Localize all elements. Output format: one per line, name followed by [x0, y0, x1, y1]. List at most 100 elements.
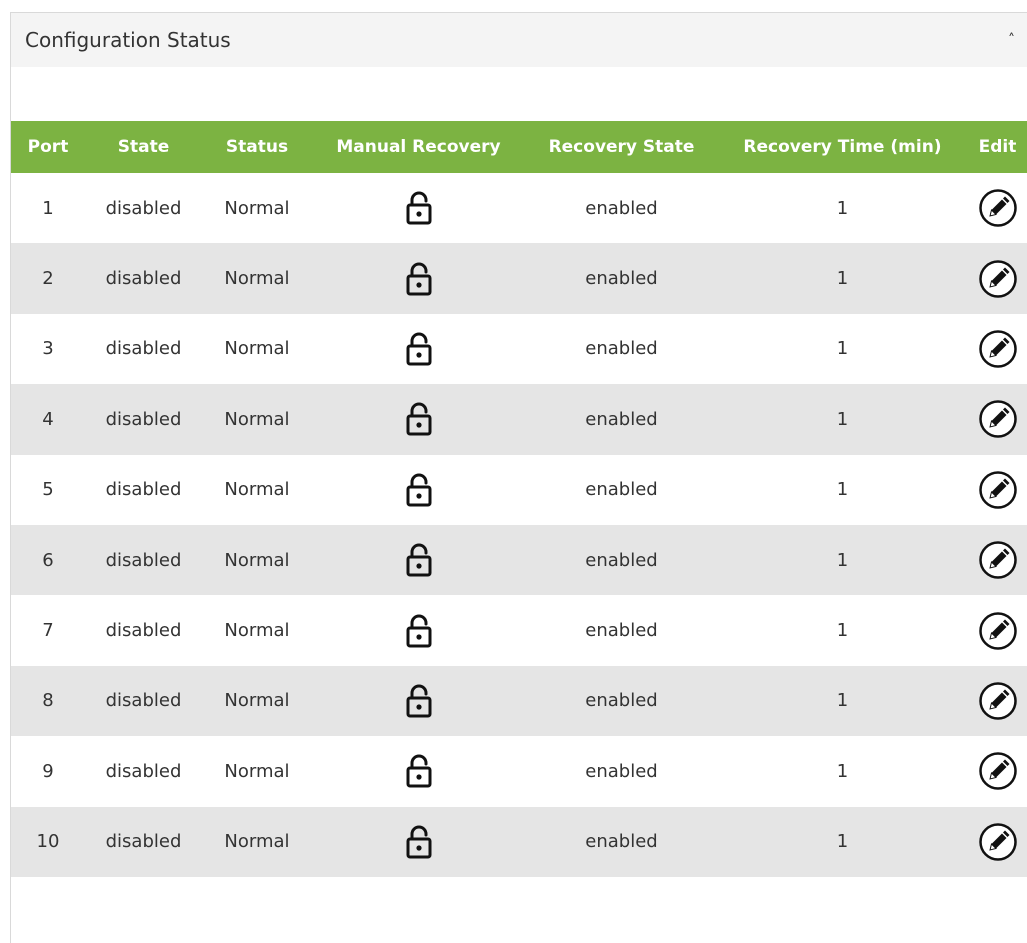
pencil-icon[interactable]: [978, 399, 1018, 439]
unlock-icon[interactable]: [404, 683, 434, 719]
table-row: 6 disabled Normal enabled 1: [11, 524, 1027, 596]
port-cell: 10: [11, 806, 85, 877]
pencil-icon[interactable]: [978, 540, 1018, 580]
status-cell: Normal: [202, 384, 312, 455]
status-cell: Normal: [202, 524, 312, 596]
edit-cell: [967, 736, 1027, 807]
column-header-status: Status: [202, 121, 312, 173]
manual-recovery-cell: [312, 313, 525, 385]
edit-cell: [967, 243, 1027, 314]
table-row: 3 disabled Normal enabled 1: [11, 313, 1027, 385]
manual-recovery-cell: [312, 595, 525, 666]
status-cell: Normal: [202, 313, 312, 385]
pencil-icon[interactable]: [978, 188, 1018, 228]
pencil-icon[interactable]: [978, 822, 1018, 862]
edit-cell: [967, 313, 1027, 385]
edit-cell: [967, 454, 1027, 525]
pencil-icon[interactable]: [978, 470, 1018, 510]
edit-cell: [967, 384, 1027, 455]
state-cell: disabled: [85, 454, 202, 525]
table-body: 1 disabled Normal enabled 1 2 disabled N…: [11, 173, 1027, 877]
manual-recovery-cell: [312, 243, 525, 314]
recovery-state-cell: enabled: [525, 595, 718, 666]
recovery-state-cell: enabled: [525, 454, 718, 525]
unlock-icon[interactable]: [404, 613, 434, 649]
recovery-time-cell: 1: [718, 595, 967, 666]
configuration-table-wrapper: Port State Status Manual Recovery Recove…: [11, 121, 1027, 877]
column-header-state: State: [85, 121, 202, 173]
pencil-icon[interactable]: [978, 611, 1018, 651]
state-cell: disabled: [85, 384, 202, 455]
unlock-icon[interactable]: [404, 753, 434, 789]
recovery-state-cell: enabled: [525, 384, 718, 455]
manual-recovery-cell: [312, 806, 525, 877]
configuration-status-panel: Configuration Status ˄ Port State Status…: [10, 12, 1027, 943]
status-cell: Normal: [202, 665, 312, 737]
unlock-icon[interactable]: [404, 401, 434, 437]
column-header-recovery-state: Recovery State: [525, 121, 718, 173]
recovery-time-cell: 1: [718, 524, 967, 596]
unlock-icon[interactable]: [404, 542, 434, 578]
recovery-state-cell: enabled: [525, 665, 718, 737]
chevron-up-icon[interactable]: ˄: [1008, 33, 1015, 47]
state-cell: disabled: [85, 524, 202, 596]
port-cell: 3: [11, 313, 85, 385]
status-cell: Normal: [202, 243, 312, 314]
configuration-table: Port State Status Manual Recovery Recove…: [11, 121, 1027, 877]
port-cell: 2: [11, 243, 85, 314]
recovery-time-cell: 1: [718, 243, 967, 314]
recovery-state-cell: enabled: [525, 524, 718, 596]
state-cell: disabled: [85, 313, 202, 385]
unlock-icon[interactable]: [404, 824, 434, 860]
table-row: 1 disabled Normal enabled 1: [11, 173, 1027, 244]
recovery-state-cell: enabled: [525, 806, 718, 877]
recovery-time-cell: 1: [718, 454, 967, 525]
recovery-state-cell: enabled: [525, 313, 718, 385]
recovery-state-cell: enabled: [525, 243, 718, 314]
manual-recovery-cell: [312, 665, 525, 737]
manual-recovery-cell: [312, 454, 525, 525]
table-row: 5 disabled Normal enabled 1: [11, 454, 1027, 525]
pencil-icon[interactable]: [978, 681, 1018, 721]
manual-recovery-cell: [312, 524, 525, 596]
recovery-time-cell: 1: [718, 173, 967, 244]
recovery-time-cell: 1: [718, 736, 967, 807]
state-cell: disabled: [85, 243, 202, 314]
recovery-time-cell: 1: [718, 665, 967, 737]
status-cell: Normal: [202, 454, 312, 525]
state-cell: disabled: [85, 665, 202, 737]
edit-cell: [967, 806, 1027, 877]
column-header-port: Port: [11, 121, 85, 173]
pencil-icon[interactable]: [978, 329, 1018, 369]
table-row: 8 disabled Normal enabled 1: [11, 665, 1027, 737]
table-header-row: Port State Status Manual Recovery Recove…: [11, 121, 1027, 173]
unlock-icon[interactable]: [404, 331, 434, 367]
state-cell: disabled: [85, 173, 202, 244]
table-row: 7 disabled Normal enabled 1: [11, 595, 1027, 666]
column-header-recovery-time: Recovery Time (min): [718, 121, 967, 173]
pencil-icon[interactable]: [978, 751, 1018, 791]
status-cell: Normal: [202, 806, 312, 877]
port-cell: 9: [11, 736, 85, 807]
port-cell: 6: [11, 524, 85, 596]
recovery-state-cell: enabled: [525, 173, 718, 244]
edit-cell: [967, 173, 1027, 244]
state-cell: disabled: [85, 806, 202, 877]
state-cell: disabled: [85, 595, 202, 666]
unlock-icon[interactable]: [404, 261, 434, 297]
recovery-time-cell: 1: [718, 384, 967, 455]
edit-cell: [967, 595, 1027, 666]
port-cell: 7: [11, 595, 85, 666]
unlock-icon[interactable]: [404, 190, 434, 226]
manual-recovery-cell: [312, 384, 525, 455]
state-cell: disabled: [85, 736, 202, 807]
table-row: 4 disabled Normal enabled 1: [11, 384, 1027, 455]
edit-cell: [967, 524, 1027, 596]
port-cell: 8: [11, 665, 85, 737]
port-cell: 4: [11, 384, 85, 455]
status-cell: Normal: [202, 595, 312, 666]
unlock-icon[interactable]: [404, 472, 434, 508]
pencil-icon[interactable]: [978, 259, 1018, 299]
port-cell: 1: [11, 173, 85, 244]
table-row: 9 disabled Normal enabled 1: [11, 736, 1027, 807]
